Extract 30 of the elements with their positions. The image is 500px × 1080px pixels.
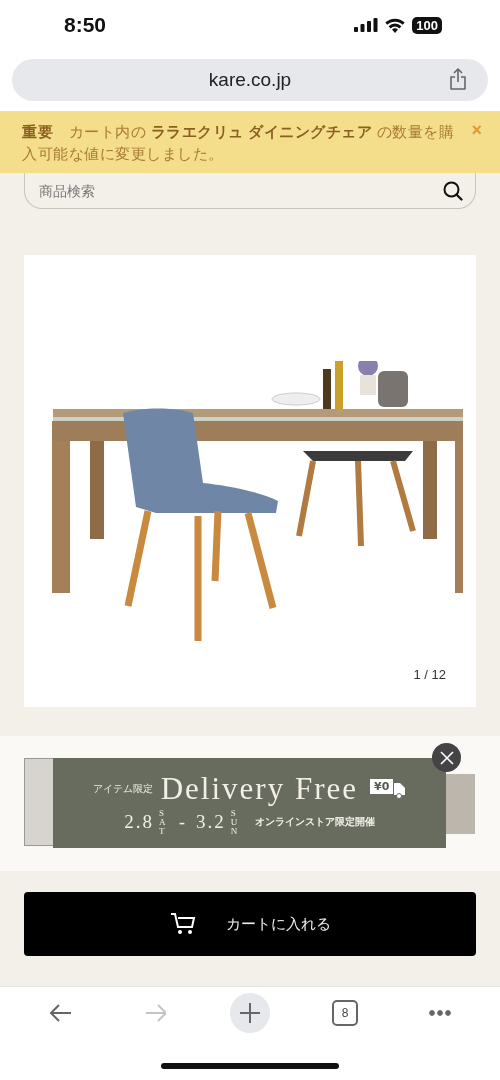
plus-icon [238, 1002, 261, 1024]
thumbnail-photo[interactable] [24, 758, 53, 846]
address-bar[interactable]: kare.co.jp [12, 59, 488, 101]
image-counter: 1 / 12 [413, 667, 446, 682]
back-icon [48, 1002, 71, 1024]
forward-icon [143, 1002, 166, 1024]
promo-date: 2.8 [124, 811, 154, 833]
share-icon[interactable] [449, 68, 467, 90]
signal-icon [354, 18, 379, 32]
search-field[interactable]: 商品検索 [24, 173, 476, 209]
notice-message: 重要 カート内の ララエクリュ ダイニングチェア の数量を購入可能な値に変更しました。 [22, 123, 456, 164]
promo-tag: アイテム限定 [92, 781, 153, 796]
thumbnail-photo[interactable] [446, 774, 475, 834]
wifi-icon [385, 17, 406, 33]
battery-level: 100 [412, 16, 442, 34]
search-icon[interactable] [443, 181, 463, 201]
more-icon [429, 1010, 452, 1016]
weekday-label: SAT [159, 808, 167, 836]
close-icon [439, 750, 454, 765]
cart-icon [169, 912, 196, 936]
promo-date: 3.2 [196, 811, 226, 833]
weekday-label: SUN [230, 808, 239, 836]
add-to-cart-button[interactable]: カートに入れる [24, 892, 476, 956]
promo-headline: Delivery Free [160, 770, 358, 807]
new-tab-button[interactable] [229, 993, 270, 1033]
close-button[interactable] [432, 743, 461, 772]
date-separator: - [179, 811, 185, 833]
status-time: 8:50 [64, 13, 107, 37]
promo-note: オンラインストア限定開催 [254, 815, 375, 829]
tab-count-button[interactable]: 8 [325, 993, 366, 1033]
